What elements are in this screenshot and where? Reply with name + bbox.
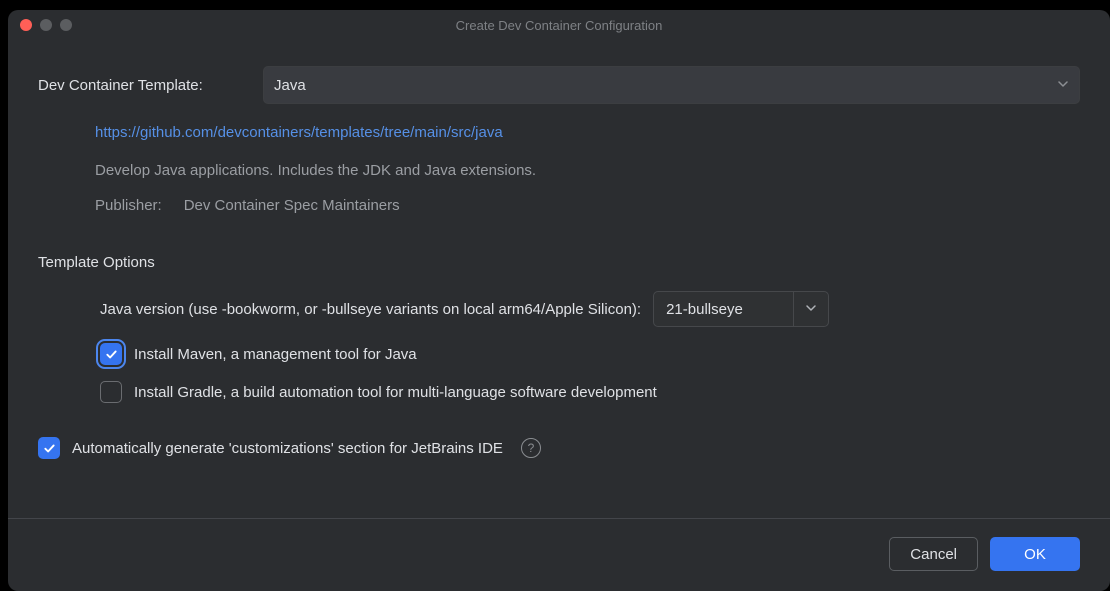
content-area: Dev Container Template: Java https://git…	[8, 40, 1110, 494]
auto-customizations-checkbox[interactable]	[38, 437, 60, 459]
java-version-value: 21-bullseye	[654, 292, 793, 326]
template-select[interactable]: Java	[263, 66, 1080, 104]
install-gradle-row: Install Gradle, a build automation tool …	[100, 381, 1080, 403]
publisher-value: Dev Container Spec Maintainers	[184, 197, 400, 214]
footer: Cancel OK	[8, 518, 1110, 591]
java-version-row: Java version (use -bookworm, or -bullsey…	[100, 291, 1080, 327]
install-gradle-checkbox[interactable]	[100, 381, 122, 403]
java-version-select[interactable]: 21-bullseye	[653, 291, 829, 327]
template-link[interactable]: https://github.com/devcontainers/templat…	[95, 124, 503, 141]
install-gradle-label: Install Gradle, a build automation tool …	[134, 384, 657, 401]
ok-button[interactable]: OK	[990, 537, 1080, 571]
cancel-button[interactable]: Cancel	[889, 537, 978, 571]
java-version-label: Java version (use -bookworm, or -bullsey…	[100, 301, 641, 318]
template-row: Dev Container Template: Java	[38, 66, 1080, 104]
window-controls	[20, 19, 72, 31]
install-maven-checkbox[interactable]	[100, 343, 122, 365]
template-info: https://github.com/devcontainers/templat…	[38, 124, 1080, 214]
minimize-window-button[interactable]	[40, 19, 52, 31]
template-select-value: Java	[274, 77, 306, 94]
template-options-heading: Template Options	[38, 254, 1080, 271]
maximize-window-button[interactable]	[60, 19, 72, 31]
chevron-down-icon	[805, 301, 817, 318]
publisher-label: Publisher:	[95, 197, 162, 214]
chevron-down-icon	[1057, 77, 1069, 94]
java-version-dropdown-button[interactable]	[793, 292, 828, 326]
dialog: Create Dev Container Configuration Dev C…	[8, 10, 1110, 591]
close-window-button[interactable]	[20, 19, 32, 31]
titlebar: Create Dev Container Configuration	[8, 10, 1110, 40]
template-description: Develop Java applications. Includes the …	[95, 162, 1080, 179]
help-icon[interactable]: ?	[521, 438, 541, 458]
template-options: Java version (use -bookworm, or -bullsey…	[38, 291, 1080, 403]
install-maven-label: Install Maven, a management tool for Jav…	[134, 346, 417, 363]
install-maven-row: Install Maven, a management tool for Jav…	[100, 343, 1080, 365]
publisher-row: Publisher: Dev Container Spec Maintainer…	[95, 197, 1080, 214]
template-label: Dev Container Template:	[38, 77, 263, 94]
auto-customizations-row: Automatically generate 'customizations' …	[38, 437, 1080, 459]
window-title: Create Dev Container Configuration	[456, 18, 663, 33]
auto-customizations-label: Automatically generate 'customizations' …	[72, 440, 503, 457]
